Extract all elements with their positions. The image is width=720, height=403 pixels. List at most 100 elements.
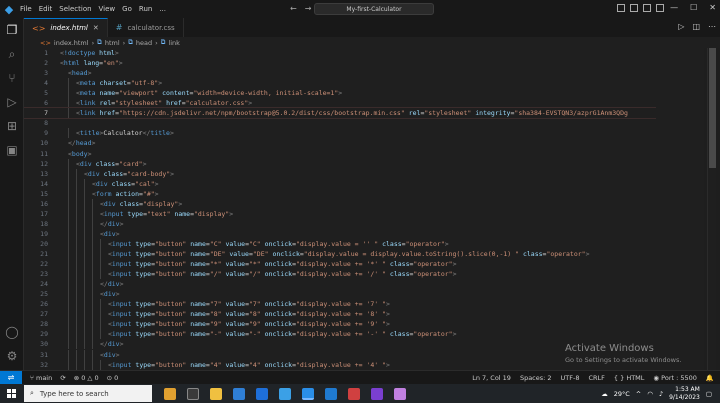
code-line[interactable]: 16 <div class="display"> [24, 198, 704, 209]
menu-run[interactable]: Run [139, 5, 152, 13]
command-center-search[interactable]: My-first-Calculator [314, 3, 434, 15]
task-view-icon[interactable] [187, 387, 199, 400]
toggle-secondary-sidebar-icon[interactable] [643, 4, 651, 12]
file-explorer-icon[interactable] [210, 387, 222, 400]
breadcrumb-item[interactable]: index.html [54, 39, 89, 47]
code-line[interactable]: 25 <div> [24, 289, 704, 300]
line-ending[interactable]: CRLF [588, 374, 604, 382]
indentation[interactable]: Spaces: 2 [520, 374, 552, 382]
run-icon[interactable]: ▷ [678, 22, 684, 31]
code-line[interactable]: 11 <body> [24, 149, 704, 159]
code-line[interactable]: 15 <form action="#"> [24, 188, 704, 199]
code-line[interactable]: 2 <html lang="en"> [24, 58, 704, 68]
search-icon[interactable]: ⌕ [4, 46, 20, 62]
minimize-icon[interactable]: — [670, 3, 678, 12]
close-icon[interactable]: ✕ [709, 3, 716, 12]
tab-index-html[interactable]: <> index.html ✕ [24, 18, 108, 37]
explorer-icon[interactable]: ❐ [4, 22, 20, 38]
language-mode[interactable]: { } HTML [614, 374, 645, 382]
customize-layout-icon[interactable] [656, 4, 664, 12]
vscode-taskbar-icon[interactable] [302, 387, 314, 400]
code-line[interactable]: 26 <input type="button" name="7" value="7… [24, 299, 704, 310]
clock[interactable]: 1:53 AM 9/14/2023 [669, 386, 700, 402]
code-line[interactable]: 1 <!doctype html> [24, 48, 704, 58]
scrollbar-thumb[interactable] [709, 48, 716, 168]
volume-icon[interactable]: ♪ [659, 390, 663, 398]
problems-indicator[interactable]: ⊗ 0 △ 0 [74, 374, 99, 382]
tray-chevron-icon[interactable]: ^ [636, 390, 641, 398]
app-icon[interactable] [371, 387, 383, 400]
code-line[interactable]: 4 <meta charset="utf-8"> [24, 78, 704, 89]
code-line[interactable]: 24 </div> [24, 279, 704, 290]
code-line[interactable]: 8 [24, 118, 704, 128]
live-server-port[interactable]: ◉ Port : 5500 [653, 374, 697, 382]
breadcrumb-item[interactable]: head [136, 39, 152, 47]
code-line[interactable]: 19 <div> [24, 228, 704, 239]
source-control-icon[interactable]: ⑂ [4, 70, 20, 86]
code-editor[interactable]: 1 <!doctype html> 2 <html lang="en"> 3 <head>… [24, 48, 704, 370]
code-line[interactable]: 27 <input type="button" name="8" value="8… [24, 309, 704, 320]
edge-icon[interactable] [233, 387, 245, 400]
code-line[interactable]: 22 <input type="button" name="*" value="*… [24, 259, 704, 270]
menu-more[interactable]: ... [159, 5, 166, 13]
sync-icon[interactable]: ⟳ [60, 374, 65, 382]
tab-calculator-css[interactable]: # calculator.css [108, 18, 184, 37]
toggle-panel-icon[interactable] [630, 4, 638, 12]
code-line[interactable]: 20 <input type="button" name="C" value="C… [24, 238, 704, 249]
extensions-icon[interactable]: ⊞ [4, 118, 20, 134]
account-icon[interactable]: ◯ [4, 324, 20, 340]
editor-scrollbar[interactable] [707, 48, 716, 370]
menu-go[interactable]: Go [122, 5, 132, 13]
browser-icon[interactable] [325, 387, 337, 400]
back-arrow-icon[interactable]: ← [290, 4, 297, 13]
maximize-icon[interactable]: ☐ [690, 3, 697, 12]
split-editor-icon[interactable]: ◫ [692, 22, 700, 31]
network-icon[interactable]: ◠ [647, 390, 653, 398]
code-line[interactable]: 28 <input type="button" name="9" value="9… [24, 319, 704, 330]
code-line[interactable]: 5 <meta name="viewport" content="width=de… [24, 88, 704, 99]
pinned-app-icon[interactable] [164, 387, 176, 400]
menu-view[interactable]: View [99, 5, 116, 13]
taskbar-search[interactable]: ⌕ Type here to search [24, 385, 152, 402]
windows-start-icon[interactable] [0, 384, 22, 403]
menu-file[interactable]: File [20, 5, 32, 13]
code-line[interactable]: 17 <input type="text" name="display"> [24, 208, 704, 219]
code-line[interactable]: 23 <input type="button" name="/" value="/… [24, 269, 704, 280]
word-icon[interactable] [256, 387, 268, 400]
toggle-sidebar-icon[interactable] [617, 4, 625, 12]
branch-indicator[interactable]: ⑂ main [30, 374, 52, 382]
code-line[interactable]: 12 <div class="card"> [24, 158, 704, 169]
weather-temp[interactable]: 29°C [614, 390, 630, 398]
menu-edit[interactable]: Edit [39, 5, 53, 13]
code-line[interactable]: 21 <input type="button" name="DE" value="… [24, 249, 704, 260]
code-line[interactable]: 18 </div> [24, 218, 704, 229]
code-line[interactable]: 10 </head> [24, 138, 704, 148]
code-line[interactable]: 3 <head> [24, 68, 704, 78]
cursor-position[interactable]: Ln 7, Col 19 [472, 374, 511, 382]
code-line[interactable]: 14 <div class="cal"> [24, 178, 704, 189]
more-actions-icon[interactable]: ⋯ [708, 22, 716, 31]
notifications-bell-icon[interactable]: 🔔 [706, 374, 714, 382]
ports-indicator[interactable]: ⊙ 0 [107, 374, 119, 382]
remote-indicator-icon[interactable]: ⇌ [0, 370, 22, 385]
menu-selection[interactable]: Selection [59, 5, 91, 13]
code-line[interactable]: 13 <div class="card-body"> [24, 168, 704, 179]
notification-center-icon[interactable]: ▢ [706, 390, 712, 398]
code-line[interactable]: 7 <link href="https://cdn.jsdelivr.net/np… [24, 107, 704, 120]
breadcrumb-item[interactable]: link [168, 39, 180, 47]
mail-icon[interactable] [279, 387, 291, 400]
encoding[interactable]: UTF-8 [561, 374, 580, 382]
weather-icon[interactable]: ☁ [601, 390, 608, 398]
minimap[interactable] [656, 48, 704, 370]
chrome-icon[interactable] [348, 387, 360, 400]
forward-arrow-icon[interactable]: → [305, 4, 312, 13]
remote-explorer-icon[interactable]: ▣ [4, 142, 20, 158]
settings-gear-icon[interactable]: ⚙ [4, 348, 20, 364]
code-line[interactable]: 9 <title>Calculator</title> [24, 128, 704, 139]
app-icon[interactable] [394, 387, 406, 400]
tab-close-icon[interactable]: ✕ [93, 24, 99, 32]
code-line[interactable]: 6 <link rel="stylesheet" href="calculator… [24, 98, 704, 109]
code-line[interactable]: 29 <input type="button" name="-" value="-… [24, 329, 704, 340]
run-debug-icon[interactable]: ▷ [4, 94, 20, 110]
breadcrumb-item[interactable]: html [105, 39, 120, 47]
